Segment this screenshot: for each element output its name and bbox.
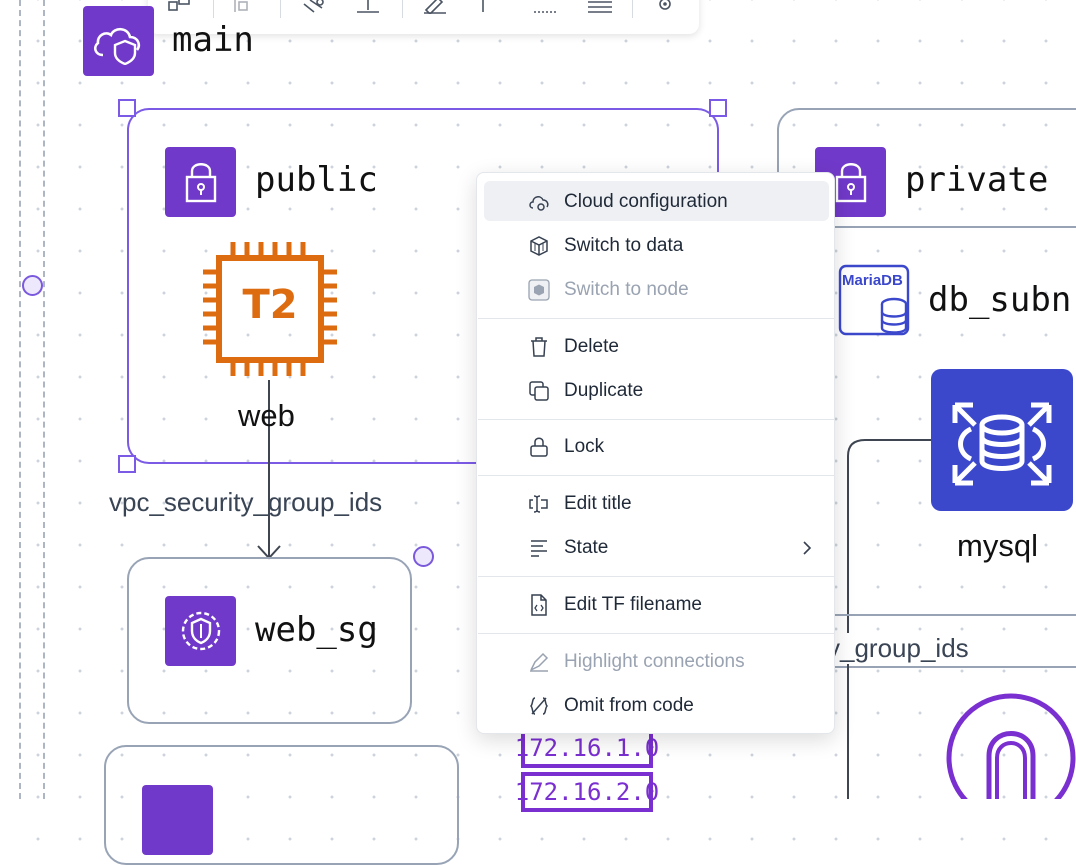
connection-handle-web-sg[interactable]	[413, 546, 434, 567]
menu-item-label: Highlight connections	[564, 651, 745, 672]
lock-icon	[530, 437, 548, 457]
ec2-t2-text: T2	[242, 282, 298, 328]
rds-database-icon[interactable]	[931, 369, 1073, 511]
align-top-icon[interactable]	[355, 0, 381, 14]
endpoint-arch-icon	[946, 693, 1076, 799]
connection-to-mysql	[847, 439, 931, 799]
box-icon	[530, 236, 548, 256]
toolbar-divider	[632, 0, 633, 18]
mariadb-text: MariaDB	[842, 272, 903, 289]
menu-separator	[478, 475, 835, 476]
toolbar-divider	[402, 0, 403, 18]
text-cursor-icon	[529, 495, 548, 513]
settings-icon[interactable]	[652, 0, 678, 14]
vpc-cloud-shield-icon	[83, 6, 154, 76]
connection-handle-left[interactable]	[22, 275, 43, 296]
menu-item-highlight-connections[interactable]: Highlight connections	[484, 641, 829, 681]
menu-item-label: Duplicate	[564, 380, 644, 401]
db-subnet-label: db_subn	[928, 280, 1072, 320]
menu-item-delete[interactable]: Delete	[484, 326, 829, 366]
paint-icon[interactable]	[300, 0, 326, 14]
resize-handle-top-left[interactable]	[118, 99, 136, 117]
cidr-block-2[interactable]: 172.16.2.0	[515, 772, 659, 812]
toolbar-divider	[213, 0, 214, 18]
menu-item-label: Edit TF filename	[564, 594, 702, 615]
menu-item-label: State	[564, 537, 609, 558]
menu-item-switch-to-data[interactable]: Switch to data	[484, 225, 829, 265]
menu-separator	[478, 419, 835, 420]
menu-item-label: Delete	[564, 336, 619, 357]
chevron-right-icon	[803, 541, 812, 555]
menu-item-label: Switch to data	[564, 235, 684, 256]
dotted-line-icon[interactable]	[532, 0, 558, 14]
line-weight-icon[interactable]	[586, 0, 612, 14]
menu-separator	[478, 318, 835, 319]
resize-handle-top-right[interactable]	[709, 99, 727, 117]
frame-guide-left	[19, 0, 21, 799]
frame-guide-right	[43, 0, 45, 799]
cidr-block-1[interactable]: 172.16.1.0	[515, 728, 659, 768]
file-code-icon	[531, 594, 547, 616]
copy-icon	[529, 381, 549, 401]
menu-item-omit-from-code[interactable]: Omit from code	[484, 685, 829, 725]
align-left-icon[interactable]	[166, 0, 192, 14]
edge-label-vpc-security-group-ids: vpc_security_group_ids	[109, 487, 383, 517]
menu-separator	[478, 633, 835, 634]
lower-lock-icon	[142, 785, 213, 855]
vpc-label: main	[172, 20, 254, 60]
align-center-icon[interactable]	[230, 0, 256, 14]
menu-item-label: Edit title	[564, 493, 632, 514]
menu-separator	[478, 576, 835, 577]
omit-icon	[529, 697, 549, 715]
text-icon[interactable]	[470, 0, 496, 14]
security-group-shield-icon	[165, 596, 236, 666]
toolbar-divider	[280, 0, 281, 18]
public-subnet-label: public	[255, 160, 378, 200]
menu-item-label: Switch to node	[564, 279, 689, 300]
trash-icon	[531, 337, 547, 357]
menu-item-duplicate[interactable]: Duplicate	[484, 370, 829, 410]
menu-item-edit-title[interactable]: Edit title	[484, 483, 829, 523]
menu-item-state[interactable]: State	[484, 527, 829, 567]
menu-item-label: Lock	[564, 436, 605, 457]
edge-label-security-group-ids-right: y_group_ids	[827, 633, 969, 664]
web-sg-label: web_sg	[255, 610, 378, 650]
node-icon	[528, 279, 550, 301]
menu-item-edit-tf-filename[interactable]: Edit TF filename	[484, 584, 829, 624]
highlighter-icon	[530, 652, 549, 672]
menu-item-lock[interactable]: Lock	[484, 426, 829, 466]
context-menu: Cloud configuration Switch to data Switc…	[476, 172, 835, 734]
menu-item-cloud-configuration[interactable]: Cloud configuration	[484, 181, 829, 221]
menu-item-label: Omit from code	[564, 695, 694, 716]
web-instance-label: web	[238, 398, 295, 433]
menu-item-label: Cloud configuration	[564, 191, 728, 212]
cloud-gear-icon	[529, 196, 549, 211]
edit-icon[interactable]	[422, 0, 448, 16]
menu-item-switch-to-node[interactable]: Switch to node	[484, 269, 829, 309]
resize-handle-bottom-left[interactable]	[118, 455, 136, 473]
private-subnet-label: private	[905, 160, 1049, 200]
mysql-label: mysql	[957, 528, 1038, 563]
public-lock-icon	[165, 147, 236, 217]
list-icon	[531, 540, 547, 557]
